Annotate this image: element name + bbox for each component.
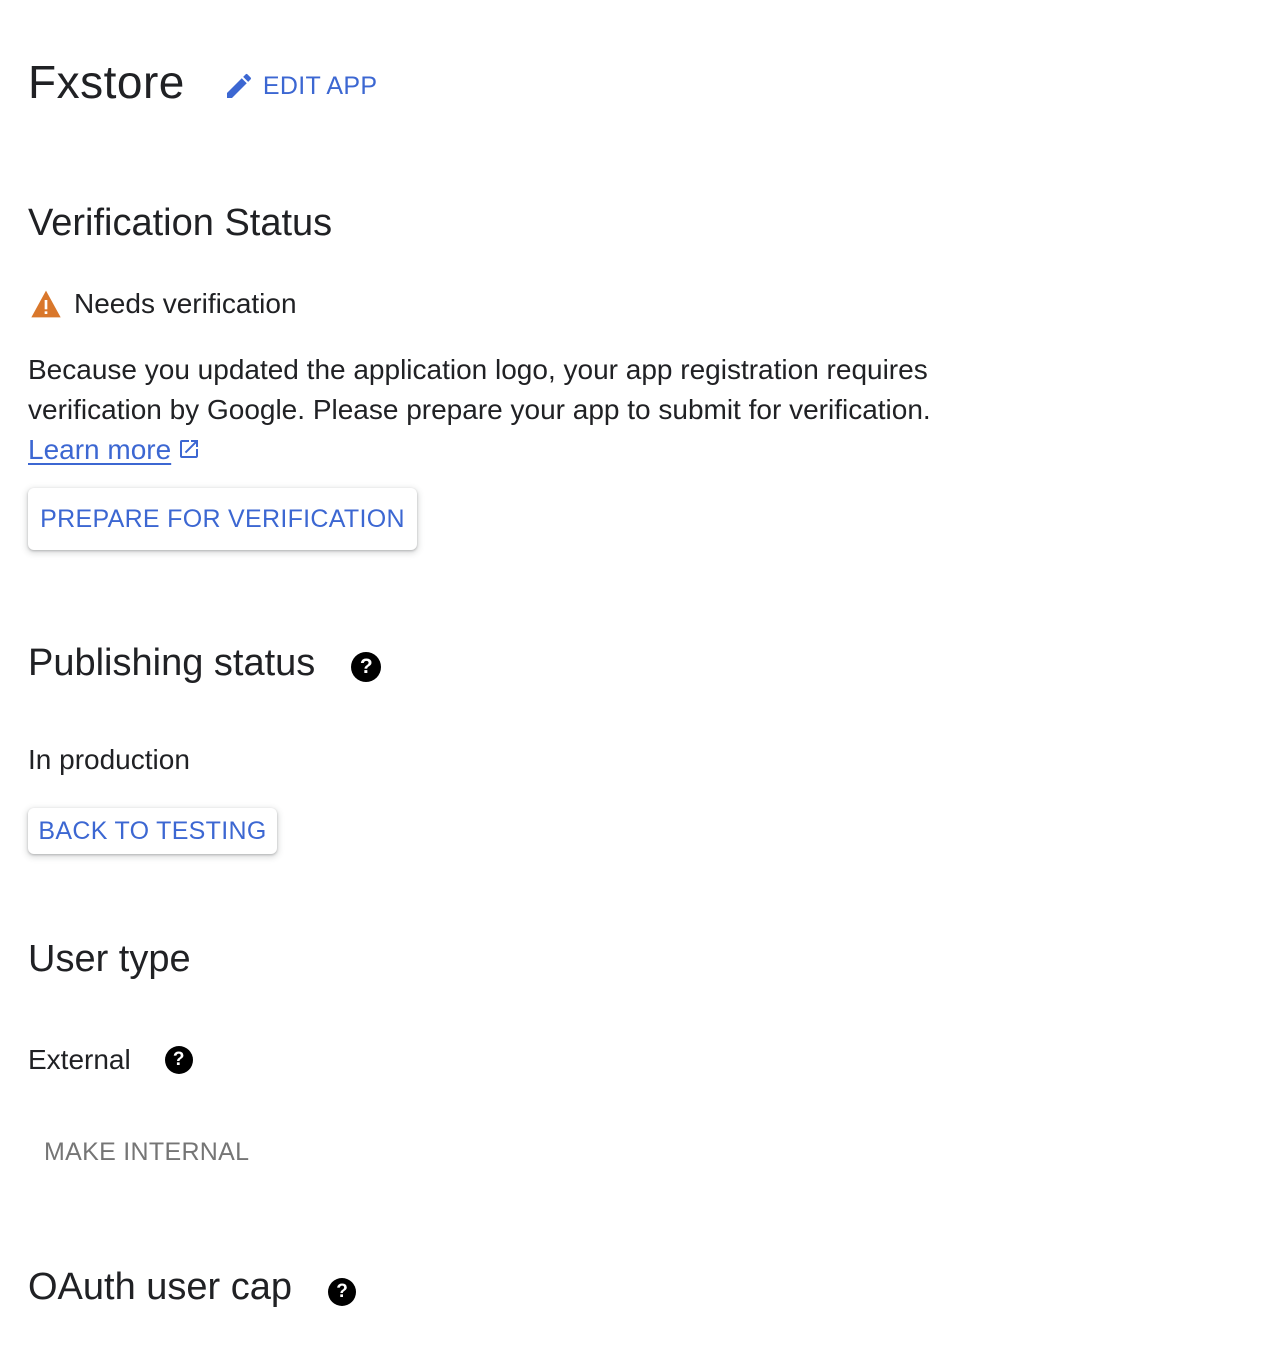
warning-icon <box>31 290 61 318</box>
make-internal-button[interactable]: MAKE INTERNAL <box>44 1130 249 1174</box>
verification-status: Needs verification <box>30 288 297 320</box>
prepare-verification-label: PREPARE FOR VERIFICATION <box>40 504 405 533</box>
prepare-verification-button[interactable]: PREPARE FOR VERIFICATION <box>28 488 417 550</box>
oauth-user-cap-heading: OAuth user cap ? <box>28 1266 357 1309</box>
user-type-row: External ? <box>28 1044 193 1076</box>
publishing-heading-text: Publishing status <box>28 642 316 684</box>
external-link-icon[interactable] <box>177 437 201 461</box>
publishing-status-value: In production <box>28 744 190 775</box>
learn-more-link[interactable]: Learn more <box>28 434 171 465</box>
user-type-value: External <box>28 1044 131 1075</box>
publishing-help-icon[interactable]: ? <box>351 651 382 682</box>
oauth-help-icon[interactable]: ? <box>328 1277 357 1306</box>
learn-more-label: Learn more <box>28 434 172 465</box>
description-line-2: verification by Google. Please prepare y… <box>28 394 931 425</box>
edit-app-label: EDIT APP <box>262 71 378 100</box>
verification-heading: Verification Status <box>28 202 333 244</box>
app-name: Fxstore <box>28 56 185 108</box>
oauth-user-cap-heading-text: OAuth user cap <box>28 1266 293 1308</box>
pencil-icon <box>226 73 251 98</box>
back-to-testing-label: BACK TO TESTING <box>38 816 267 845</box>
verification-status-text: Needs verification <box>74 288 297 319</box>
user-type-heading: User type <box>28 938 191 980</box>
edit-app-button[interactable]: EDIT APP <box>223 70 378 102</box>
make-internal-label: MAKE INTERNAL <box>44 1137 250 1166</box>
publishing-heading: Publishing status ? <box>28 642 382 685</box>
back-to-testing-button[interactable]: BACK TO TESTING <box>28 808 277 854</box>
user-type-help-icon[interactable]: ? <box>164 1046 193 1074</box>
description-line-1: Because you updated the application logo… <box>28 354 928 385</box>
verification-description: Because you updated the application logo… <box>28 350 1028 470</box>
app-header: Fxstore EDIT APP <box>28 52 377 112</box>
